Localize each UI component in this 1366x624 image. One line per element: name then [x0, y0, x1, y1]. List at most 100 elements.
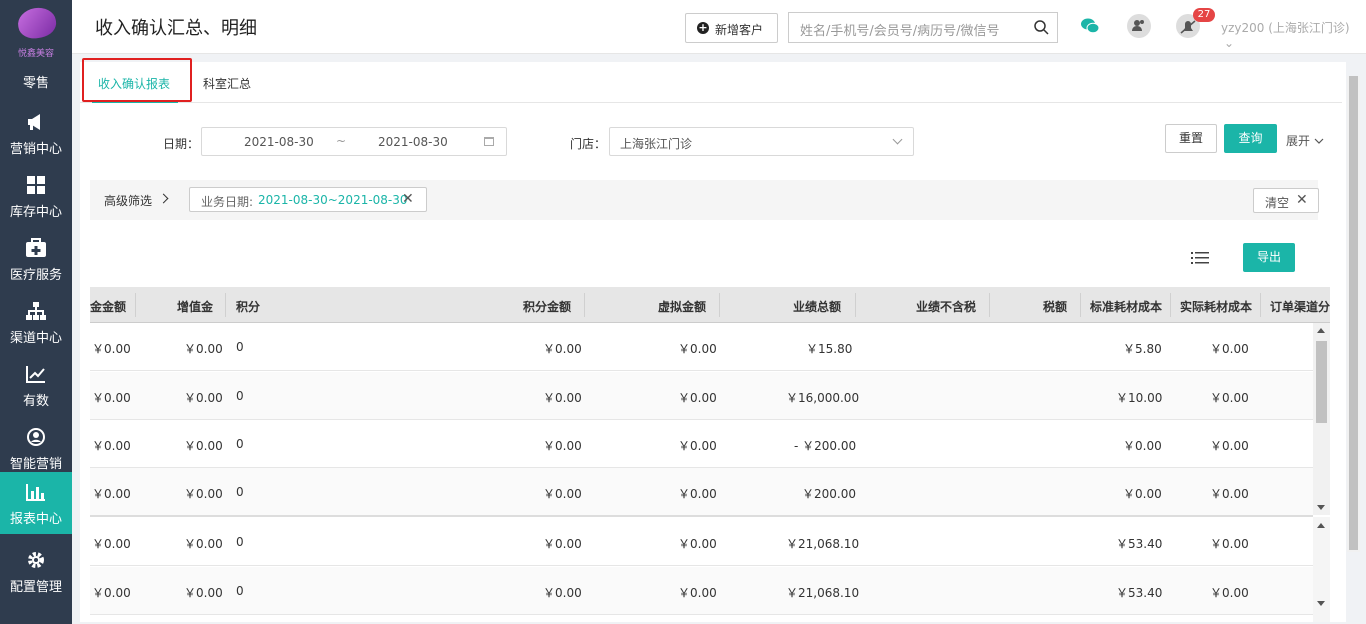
clear-button[interactable]: 清空 ✕	[1253, 188, 1319, 213]
cell: ￥0.00	[184, 537, 223, 551]
column-header: 积分	[236, 300, 261, 314]
column-header: 实际耗材成本	[1180, 300, 1253, 314]
column-header: 税额	[1043, 300, 1068, 314]
table-row[interactable]: ￥0.00 ￥0.00 0 ￥0.00 ￥0.00 ￥200.00 ￥0.00 …	[90, 468, 1313, 516]
cell: ￥0.00	[678, 439, 717, 453]
cell: ￥0.00	[184, 439, 223, 453]
column-divider	[1260, 293, 1261, 317]
sidebar: 悦鑫美容 零售 营销中心 库存中心 医疗服务 渠道中心 有数 智能营销 报表中心…	[0, 0, 72, 624]
page-title: 收入确认汇总、明细	[95, 18, 257, 39]
query-button[interactable]: 查询	[1224, 124, 1277, 153]
cell: ￥0.00	[543, 342, 582, 356]
new-customer-button[interactable]: + 新增客户	[685, 13, 778, 43]
column-header: 标准耗材成本	[1090, 300, 1163, 314]
data-table: 金金额 增值金 积分 积分金额 虚拟金额 业绩总额 业绩不含税 税额 标准耗材成…	[90, 287, 1330, 622]
date-start: 2021-08-30	[244, 135, 314, 149]
sidebar-item-inventory[interactable]: 库存中心	[0, 165, 72, 227]
scroll-down-icon[interactable]	[1317, 601, 1325, 606]
cell: ￥0.00	[543, 537, 582, 551]
summary-scrollbar[interactable]	[1313, 517, 1330, 622]
user-menu[interactable]: yzy200 (上海张江门诊) ⌄	[1221, 19, 1366, 50]
cell: ￥0.00	[678, 586, 717, 600]
scrollbar-thumb[interactable]	[1316, 341, 1327, 423]
table-row[interactable]: ￥0.00 ￥0.00 0 ￥0.00 ￥0.00 ￥16,000.00 ￥10…	[90, 372, 1313, 420]
cell: 0	[236, 535, 244, 549]
sidebar-item-reports[interactable]: 报表中心	[0, 472, 72, 534]
sidebar-item-channel[interactable]: 渠道中心	[0, 291, 72, 353]
store-select[interactable]: 上海张江门诊	[609, 127, 914, 156]
reset-button[interactable]: 重置	[1165, 124, 1217, 153]
logo-text: 悦鑫美容	[17, 49, 54, 59]
table-row[interactable]: ￥0.00 ￥0.00 0 ￥0.00 ￥0.00 - ￥200.00 ￥0.0…	[90, 420, 1313, 468]
cell: ￥5.80	[1123, 342, 1162, 356]
cell: ￥0.00	[1210, 537, 1249, 551]
notification-badge: 27	[1193, 8, 1215, 22]
filter-chip-key: 业务日期:	[201, 195, 254, 209]
calendar-icon	[484, 137, 494, 146]
expand-button[interactable]: 展开	[1286, 132, 1324, 149]
column-header: 虚拟金额	[658, 300, 707, 314]
advanced-filter-label[interactable]: 高级筛选	[104, 192, 152, 209]
logo-mark-icon	[15, 4, 59, 42]
sidebar-item-config[interactable]: 配置管理	[0, 540, 72, 602]
highlight-box	[82, 58, 192, 102]
cell: ￥0.00	[1210, 439, 1249, 453]
sidebar-item-smart-marketing[interactable]: 智能营销	[0, 417, 72, 479]
medical-kit-icon	[26, 238, 46, 257]
smart-marketing-icon	[27, 428, 45, 446]
date-label: 日期：	[163, 137, 200, 151]
chevron-down-icon	[892, 134, 903, 145]
search-input[interactable]: 姓名/手机号/会员号/病历号/微信号	[788, 12, 1058, 43]
page-scrollbar[interactable]	[1347, 76, 1360, 552]
summary-row: ￥0.00 ￥0.00 0 ￥0.00 ￥0.00 ￥21,068.10 ￥53…	[90, 567, 1313, 615]
export-button[interactable]: 导出	[1243, 243, 1295, 272]
sidebar-item-marketing[interactable]: 营销中心	[0, 102, 72, 164]
chevron-down-icon	[1314, 138, 1324, 144]
sidebar-item-retail[interactable]: 零售	[0, 60, 72, 102]
cell: ￥0.00	[92, 342, 131, 356]
cell: ￥200.00	[802, 487, 856, 501]
scroll-down-icon[interactable]	[1317, 505, 1325, 510]
filter-chip-value: 2021-08-30~2021-08-30	[258, 193, 408, 207]
cell: ￥0.00	[678, 391, 717, 405]
wechat-icon[interactable]	[1081, 18, 1099, 34]
column-header: 金金额	[90, 300, 127, 314]
cell: 0	[236, 340, 244, 354]
sidebar-item-youshu[interactable]: 有数	[0, 354, 72, 416]
cell: ￥0.00	[92, 391, 131, 405]
date-range-picker[interactable]: 2021-08-30 ~ 2021-08-30	[201, 127, 507, 156]
cell: ￥0.00	[543, 487, 582, 501]
cell: ￥16,000.00	[786, 391, 860, 405]
sidebar-item-label: 库存中心	[9, 205, 62, 220]
column-divider	[855, 293, 856, 317]
sidebar-item-label: 智能营销	[9, 457, 62, 472]
users-icon[interactable]	[1127, 14, 1151, 38]
cell: 0	[236, 389, 244, 403]
chevron-right-icon[interactable]	[158, 193, 169, 204]
cell: ￥53.40	[1116, 586, 1163, 600]
table-scrollbar[interactable]	[1313, 323, 1330, 515]
grid-icon	[27, 176, 45, 194]
sidebar-item-medical[interactable]: 医疗服务	[0, 228, 72, 290]
scroll-up-icon[interactable]	[1317, 328, 1325, 333]
scrollbar-thumb[interactable]	[1349, 76, 1358, 550]
table-header: 金金额 增值金 积分 积分金额 虚拟金额 业绩总额 业绩不含税 税额 标准耗材成…	[90, 287, 1330, 323]
table-row[interactable]: ￥0.00 ￥0.00 0 ￥0.00 ￥0.00 ￥15.80 ￥5.80 ￥…	[90, 323, 1313, 371]
tab-department-summary[interactable]: 科室汇总	[203, 75, 251, 92]
cell: ￥0.00	[184, 487, 223, 501]
cell: ￥21,068.10	[786, 586, 860, 600]
search-icon[interactable]	[1034, 20, 1049, 35]
column-settings-icon[interactable]	[1190, 250, 1210, 266]
cell: - ￥200.00	[794, 439, 857, 453]
sidebar-item-label: 营销中心	[9, 142, 62, 157]
column-header: 积分金额	[523, 300, 572, 314]
summary-row: ￥0.00 ￥0.00 0 ￥0.00 ￥0.00 ￥21,068.10 ￥53…	[90, 518, 1313, 566]
cell: ￥21,068.10	[786, 537, 860, 551]
cell: ￥0.00	[1123, 439, 1162, 453]
plus-icon: +	[697, 21, 709, 34]
close-icon[interactable]: ✕	[402, 191, 414, 207]
search-placeholder: 姓名/手机号/会员号/病历号/微信号	[800, 24, 1000, 39]
cell: ￥0.00	[92, 537, 131, 551]
sidebar-item-label: 渠道中心	[9, 331, 62, 346]
scroll-up-icon[interactable]	[1317, 523, 1325, 528]
